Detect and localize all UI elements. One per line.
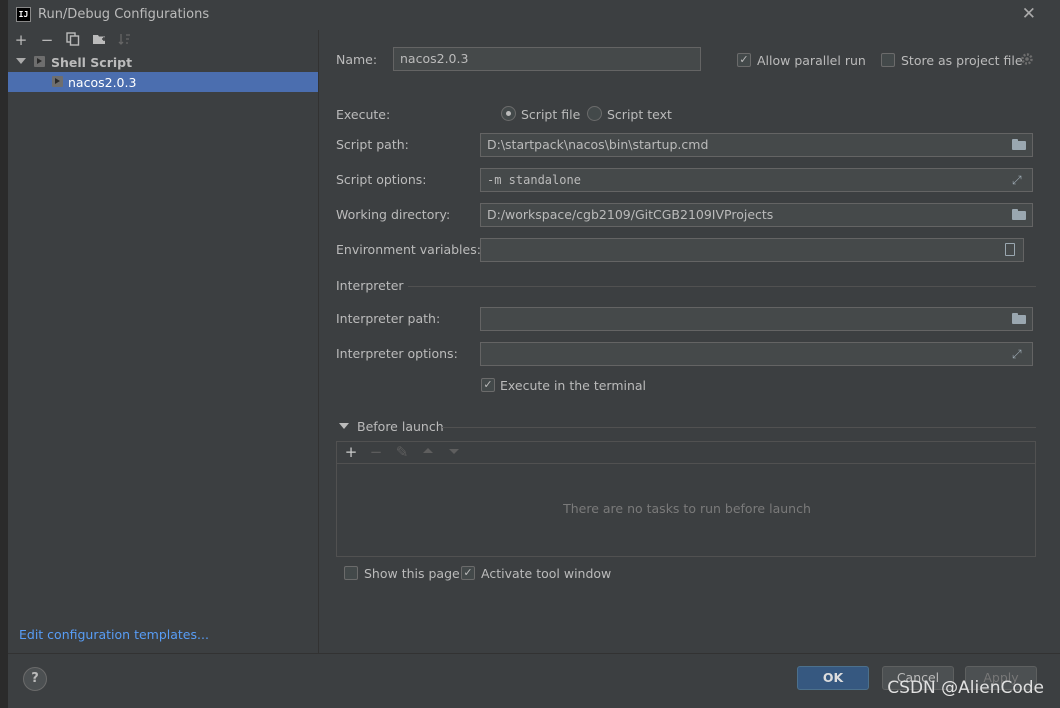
execute-label: Execute: — [336, 107, 391, 122]
execute-terminal-checkbox[interactable]: ✓ — [481, 378, 495, 392]
sidebar-toolbar: + − — [8, 30, 318, 52]
tree-item-label: nacos2.0.3 — [68, 75, 137, 90]
watermark: CSDN @AlienCode — [887, 678, 1044, 698]
remove-icon[interactable]: − — [368, 444, 384, 460]
interpreter-options-field[interactable]: ⤢ — [480, 342, 1033, 366]
remove-icon[interactable]: − — [39, 32, 55, 48]
env-vars-field[interactable] — [480, 238, 1024, 262]
working-dir-field[interactable]: D:/workspace/cgb2109/GitCGB2109IVProject… — [480, 203, 1033, 227]
activate-tool-label: Activate tool window — [481, 566, 612, 581]
working-dir-label: Working directory: — [336, 207, 451, 222]
move-down-icon[interactable] — [446, 444, 462, 460]
title-bar: IJ Run/Debug Configurations ✕ — [8, 0, 1060, 30]
script-path-label: Script path: — [336, 137, 409, 152]
name-label: Name: — [336, 52, 378, 67]
section-divider — [442, 427, 1036, 428]
show-page-label: Show this page — [364, 566, 460, 581]
edit-templates-link[interactable]: Edit configuration templates... — [19, 627, 209, 642]
name-field[interactable]: nacos2.0.3 — [393, 47, 701, 71]
dialog-title: Run/Debug Configurations — [38, 7, 210, 22]
script-text-radio[interactable] — [587, 106, 602, 121]
add-icon[interactable]: + — [343, 444, 359, 460]
script-file-radio[interactable] — [501, 106, 516, 121]
edit-icon[interactable]: ✎ — [394, 444, 410, 460]
script-options-label: Script options: — [336, 172, 427, 187]
expand-icon[interactable]: ⤢ — [1012, 174, 1026, 186]
configurations-sidebar: + − Shell Script nacos2.0.3 Edit configu… — [8, 30, 319, 653]
working-dir-value: D:/workspace/cgb2109/GitCGB2109IVProject… — [487, 207, 774, 222]
close-icon[interactable]: ✕ — [1022, 4, 1036, 24]
before-launch-title[interactable]: Before launch — [357, 419, 444, 434]
interpreter-options-label: Interpreter options: — [336, 346, 458, 361]
shell-script-icon — [52, 76, 63, 87]
tree-group-shell-script[interactable]: Shell Script — [8, 52, 318, 72]
intellij-app-icon: IJ — [16, 7, 31, 22]
section-divider — [408, 286, 1036, 287]
script-file-label: Script file — [521, 107, 581, 122]
chevron-down-icon[interactable] — [16, 58, 26, 64]
activate-tool-checkbox[interactable]: ✓ — [461, 566, 475, 580]
script-path-field[interactable]: D:\startpack\nacos\bin\startup.cmd — [480, 133, 1033, 157]
edit-env-icon[interactable] — [1005, 243, 1015, 256]
before-launch-toolbar: + − ✎ — [336, 441, 1036, 463]
show-page-checkbox[interactable] — [344, 566, 358, 580]
expand-icon[interactable]: ⤢ — [1012, 348, 1026, 360]
env-vars-label: Environment variables: — [336, 242, 481, 257]
script-options-value: -m standalone — [487, 173, 581, 187]
browse-folder-icon[interactable] — [1012, 313, 1026, 325]
script-options-field[interactable]: -m standalone ⤢ — [480, 168, 1033, 192]
ok-button[interactable]: OK — [797, 666, 869, 690]
interpreter-path-field[interactable] — [480, 307, 1033, 331]
tree-group-label: Shell Script — [51, 55, 133, 70]
copy-icon[interactable] — [65, 32, 81, 48]
new-folder-icon[interactable] — [91, 32, 107, 48]
execute-terminal-label: Execute in the terminal — [500, 378, 647, 393]
interpreter-path-label: Interpreter path: — [336, 311, 441, 326]
browse-folder-icon[interactable] — [1012, 139, 1026, 151]
move-up-icon[interactable] — [420, 444, 436, 460]
collapse-arrow-icon[interactable] — [339, 423, 349, 429]
sort-icon[interactable] — [117, 32, 133, 48]
gear-icon[interactable] — [1020, 52, 1034, 69]
store-project-label: Store as project file — [901, 53, 1023, 68]
help-button[interactable]: ? — [23, 667, 47, 691]
configuration-tree: Shell Script nacos2.0.3 — [8, 52, 318, 92]
browse-folder-icon[interactable] — [1012, 209, 1026, 221]
run-debug-dialog: IJ Run/Debug Configurations ✕ + − Shell … — [8, 0, 1060, 708]
configuration-form: Name: nacos2.0.3 ✓ Allow parallel run St… — [320, 30, 1060, 653]
script-path-value: D:\startpack\nacos\bin\startup.cmd — [487, 137, 709, 152]
before-launch-task-list: There are no tasks to run before launch — [336, 463, 1036, 557]
allow-parallel-checkbox[interactable]: ✓ — [737, 53, 751, 67]
interpreter-section-title: Interpreter — [336, 278, 404, 293]
add-icon[interactable]: + — [13, 32, 29, 48]
allow-parallel-label: Allow parallel run — [757, 53, 866, 68]
script-text-label: Script text — [607, 107, 672, 122]
tree-item-nacos[interactable]: nacos2.0.3 — [8, 72, 318, 92]
shell-script-icon — [34, 56, 45, 67]
store-project-checkbox[interactable] — [881, 53, 895, 67]
empty-tasks-text: There are no tasks to run before launch — [563, 501, 811, 516]
